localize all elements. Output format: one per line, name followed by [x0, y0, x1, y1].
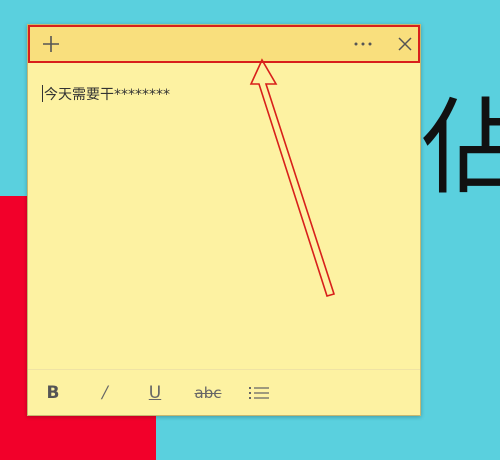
format-toolbar: B / U abc — [28, 369, 420, 415]
italic-button[interactable]: / — [96, 382, 114, 404]
note-editor[interactable]: 今天需要干******** — [28, 63, 420, 369]
more-options-button[interactable] — [350, 31, 376, 57]
background-glyph: 佔 — [421, 87, 500, 209]
add-icon — [43, 36, 59, 52]
bullet-list-icon — [249, 387, 269, 399]
note-titlebar[interactable] — [28, 25, 420, 63]
close-icon — [398, 37, 412, 51]
note-content[interactable]: 今天需要干******** — [44, 84, 170, 104]
bold-button[interactable]: B — [44, 382, 62, 404]
text-caret — [42, 85, 43, 102]
underline-button[interactable]: U — [146, 382, 164, 404]
add-note-button[interactable] — [38, 31, 64, 57]
sticky-note-window: 今天需要干******** B / U abc — [27, 24, 421, 416]
strikethrough-button[interactable]: abc — [190, 382, 226, 404]
more-icon — [354, 42, 372, 46]
close-note-button[interactable] — [392, 31, 418, 57]
bullet-list-button[interactable] — [248, 382, 270, 404]
